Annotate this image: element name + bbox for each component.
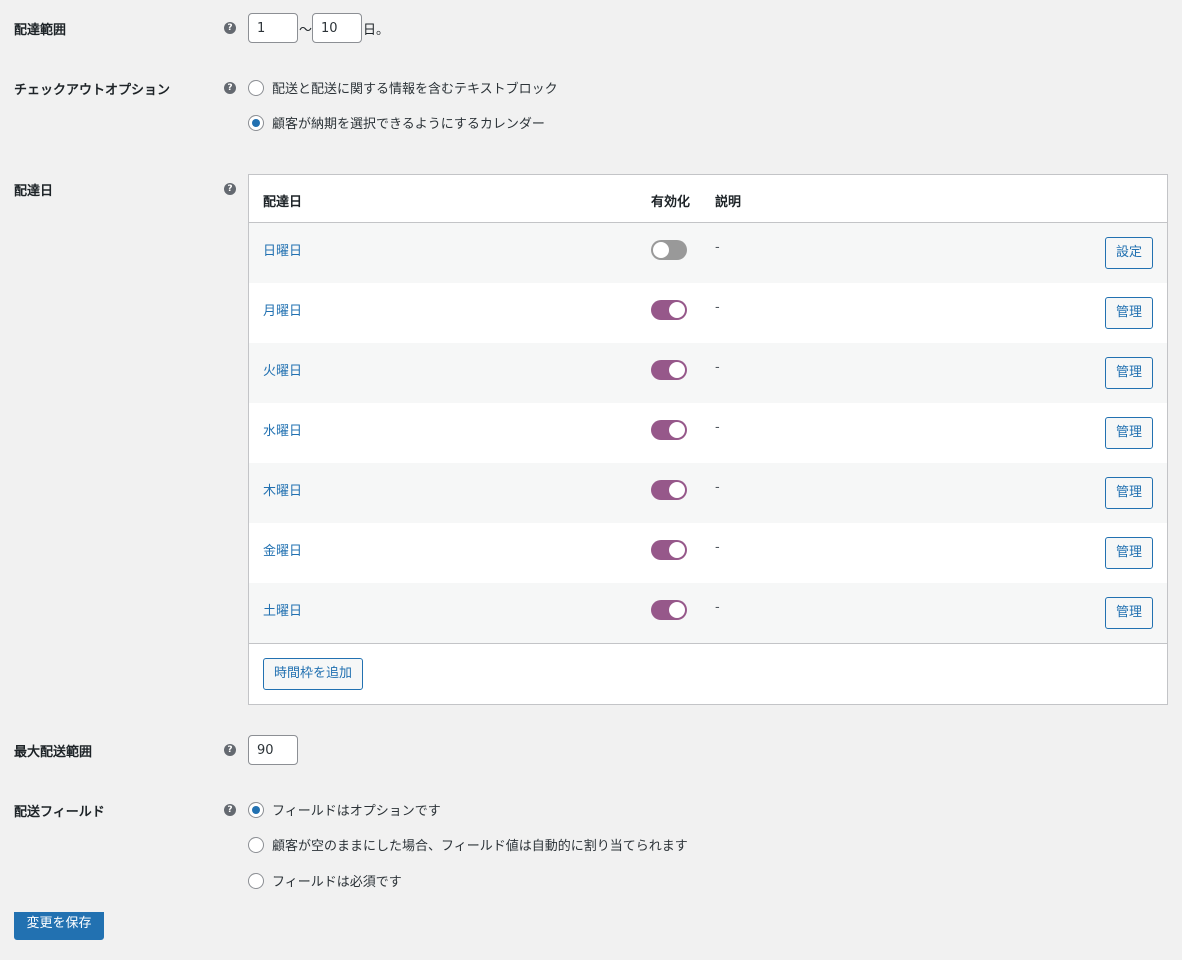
- day-description: -: [715, 300, 720, 315]
- add-time-slot-button[interactable]: 時間枠を追加: [263, 658, 364, 690]
- radio-label: 配送と配送に関する情報を含むテキストブロック: [272, 82, 558, 97]
- delivery-field-optional[interactable]: フィールドはオプションです: [248, 800, 441, 819]
- manage-button[interactable]: 管理: [1104, 537, 1153, 569]
- manage-button[interactable]: 管理: [1104, 297, 1153, 329]
- manage-button[interactable]: 管理: [1104, 417, 1153, 449]
- toggle-switch[interactable]: [651, 420, 687, 440]
- day-description: -: [715, 240, 720, 255]
- help-icon[interactable]: ?: [224, 804, 236, 816]
- day-description: -: [715, 600, 720, 615]
- table-row: 木曜日 - 管理: [249, 463, 1167, 523]
- help-icon[interactable]: ?: [224, 744, 236, 756]
- radio-label: 顧客が空のままにした場合、フィールド値は自動的に割り当てられます: [272, 839, 688, 854]
- table-row: 水曜日 - 管理: [249, 403, 1167, 463]
- range-suffix: 日。: [363, 23, 390, 38]
- delivery-days-label: 配達日: [14, 184, 54, 199]
- header-day: 配達日: [263, 195, 303, 210]
- radio-selected-icon[interactable]: [248, 801, 264, 818]
- delivery-range-to-input[interactable]: [312, 13, 362, 43]
- day-description: -: [715, 480, 720, 495]
- help-icon[interactable]: ?: [224, 22, 236, 34]
- table-row: 火曜日 - 管理: [249, 343, 1167, 403]
- help-icon[interactable]: ?: [224, 82, 236, 94]
- delivery-range-from-input[interactable]: [248, 13, 298, 43]
- day-link-tuesday[interactable]: 火曜日: [263, 360, 302, 379]
- help-icon[interactable]: ?: [224, 183, 236, 195]
- table-row: 日曜日 - 設定: [249, 223, 1167, 283]
- toggle-switch[interactable]: [651, 540, 687, 560]
- table-row: 月曜日 - 管理: [249, 283, 1167, 343]
- day-link-wednesday[interactable]: 水曜日: [263, 420, 302, 439]
- checkout-option-label: チェックアウトオプション: [14, 83, 171, 98]
- header-enabled: 有効化: [651, 195, 691, 210]
- radio-icon[interactable]: [248, 872, 264, 889]
- delivery-field-auto-assign[interactable]: 顧客が空のままにした場合、フィールド値は自動的に割り当てられます: [248, 835, 688, 854]
- delivery-range-label: 配達範囲: [14, 23, 67, 38]
- delivery-days-table: 配達日 有効化 説明 日曜日 - 設定 月曜日 - 管理 火曜日 - 管理 水曜…: [248, 174, 1168, 705]
- day-link-saturday[interactable]: 土曜日: [263, 600, 302, 619]
- toggle-switch[interactable]: [651, 300, 687, 320]
- header-description: 説明: [715, 195, 742, 210]
- radio-icon[interactable]: [248, 79, 264, 96]
- save-changes-button[interactable]: 変更を保存: [14, 912, 104, 940]
- checkout-option-text-block[interactable]: 配送と配送に関する情報を含むテキストブロック: [248, 78, 558, 97]
- settings-button[interactable]: 設定: [1104, 237, 1153, 269]
- day-link-sunday[interactable]: 日曜日: [263, 240, 302, 259]
- manage-button[interactable]: 管理: [1104, 597, 1153, 629]
- toggle-switch[interactable]: [651, 600, 687, 620]
- day-description: -: [715, 540, 720, 555]
- max-delivery-range-input[interactable]: [248, 735, 298, 765]
- day-link-monday[interactable]: 月曜日: [263, 300, 302, 319]
- toggle-switch[interactable]: [651, 480, 687, 500]
- toggle-switch[interactable]: [651, 360, 687, 380]
- table-row: 金曜日 - 管理: [249, 523, 1167, 583]
- table-row: 土曜日 - 管理: [249, 583, 1167, 643]
- radio-label: フィールドは必須です: [272, 875, 402, 890]
- manage-button[interactable]: 管理: [1104, 477, 1153, 509]
- range-separator: 〜: [299, 23, 313, 38]
- max-delivery-range-label: 最大配送範囲: [14, 745, 93, 760]
- checkout-option-calendar[interactable]: 顧客が納期を選択できるようにするカレンダー: [248, 113, 545, 132]
- day-link-thursday[interactable]: 木曜日: [263, 480, 302, 499]
- day-link-friday[interactable]: 金曜日: [263, 540, 302, 559]
- day-description: -: [715, 360, 720, 375]
- toggle-switch[interactable]: [651, 240, 687, 260]
- table-header: 配達日 有効化 説明: [249, 175, 1167, 223]
- delivery-field-required[interactable]: フィールドは必須です: [248, 871, 402, 890]
- radio-label: 顧客が納期を選択できるようにするカレンダー: [272, 117, 545, 132]
- radio-selected-icon[interactable]: [248, 114, 264, 131]
- delivery-field-label: 配送フィールド: [14, 805, 105, 820]
- radio-label: フィールドはオプションです: [272, 804, 441, 819]
- day-description: -: [715, 420, 720, 435]
- table-footer: 時間枠を追加: [249, 643, 1167, 704]
- radio-icon[interactable]: [248, 836, 264, 853]
- manage-button[interactable]: 管理: [1104, 357, 1153, 389]
